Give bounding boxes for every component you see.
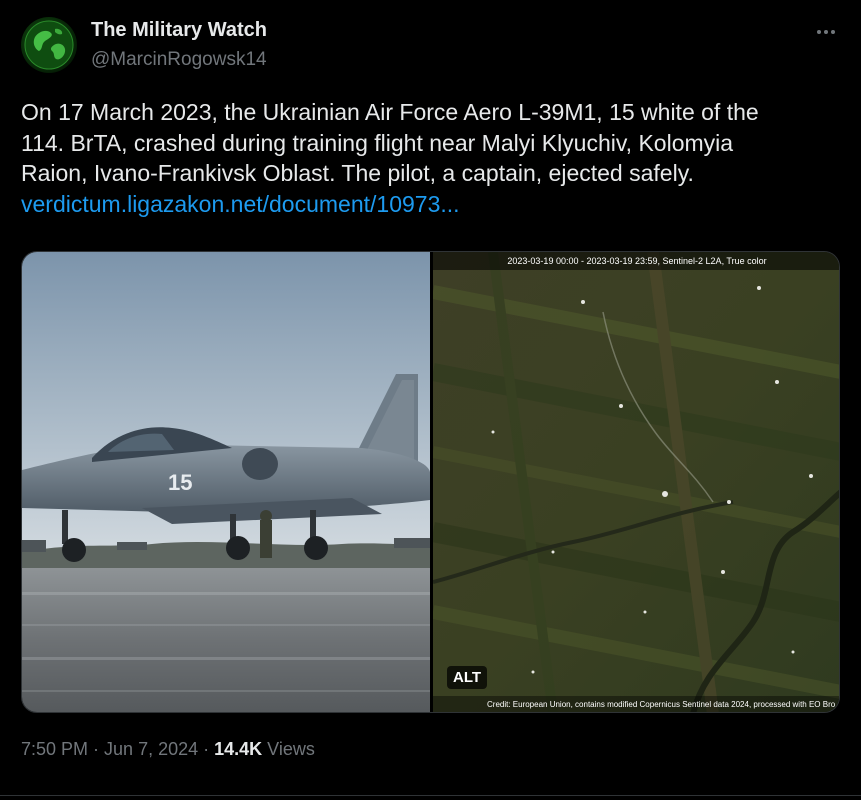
tweet-text: On 17 March 2023, the Ukrainian Air Forc… (21, 97, 841, 219)
tweet-text-line: Raion, Ivano-Frankivsk Oblast. The pilot… (21, 160, 694, 186)
tweet-link[interactable]: verdictum.ligazakon.net/document/10973..… (21, 191, 460, 217)
tweet-text-line: 114. BrTA, crashed during training fligh… (21, 129, 734, 156)
divider (0, 795, 861, 796)
more-dots-icon (817, 30, 821, 34)
post-time[interactable]: 7:50 PM (21, 739, 88, 759)
meta-separator: · (198, 739, 215, 759)
satellite-credit: Credit: European Union, contains modifie… (487, 700, 836, 709)
post-date[interactable]: Jun 7, 2024 (104, 739, 198, 759)
more-dots-icon (831, 30, 835, 34)
alt-badge-button[interactable]: ALT (447, 666, 488, 689)
views-count: 14.4K (214, 739, 263, 759)
satellite-image[interactable]: 2023-03-19 00:00 - 2023-03-19 23:59, Sen… (433, 252, 839, 712)
aircraft-photo[interactable]: 15 (22, 252, 430, 712)
meta-separator: · (88, 739, 105, 759)
more-options-button[interactable] (808, 20, 844, 44)
aircraft-number: 15 (168, 470, 192, 495)
tweet[interactable]: The Military Watch @MarcinRogowsk14 On 1… (0, 0, 861, 800)
views-label: Views (262, 739, 315, 759)
avatar[interactable] (21, 17, 77, 73)
jet-aircraft-image: 15 (22, 252, 430, 712)
display-name[interactable]: The Military Watch (91, 19, 267, 42)
more-dots-icon (824, 30, 828, 34)
media-grid: 15 2023-03-19 00:00 - 2023-03-19 23:59, … (21, 251, 840, 713)
satellite-header: 2023-03-19 00:00 - 2023-03-19 23:59, Sen… (507, 256, 767, 266)
tweet-meta: 7:50 PM · Jun 7, 2024 · 14.4K Views (21, 739, 315, 760)
satellite-map-image (433, 252, 839, 712)
globe-icon (24, 20, 74, 70)
tweet-text-line: On 17 March 2023, the Ukrainian Air Forc… (21, 99, 759, 125)
user-handle[interactable]: @MarcinRogowsk14 (91, 49, 267, 71)
